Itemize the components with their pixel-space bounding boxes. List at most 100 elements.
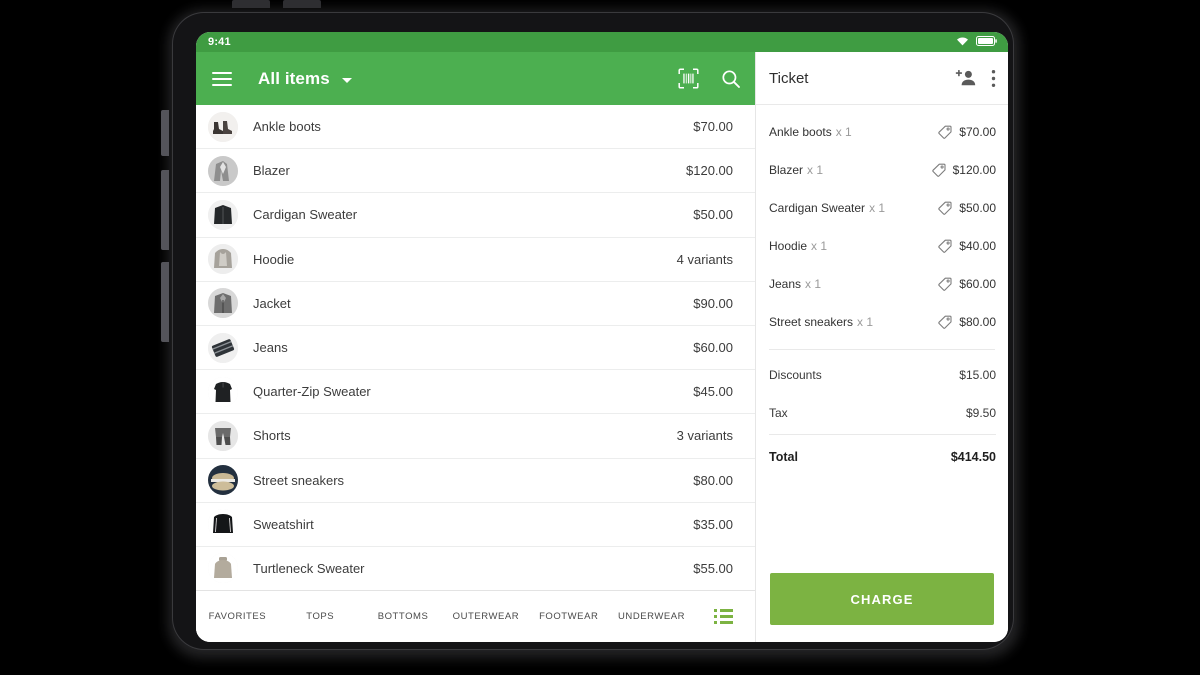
item-row[interactable]: Shorts 3 variants (196, 414, 755, 459)
item-price: $60.00 (693, 340, 733, 356)
price-tag-icon (938, 277, 952, 291)
item-name: Jacket (253, 295, 291, 311)
item-thumbnail-turtleneck-sweater (208, 553, 238, 584)
ticket-line-price: $40.00 (959, 239, 996, 253)
hamburger-menu-icon[interactable] (212, 71, 232, 86)
battery-icon (976, 33, 997, 51)
tablet-screen: 9:41 All items Ankle boots $70.00 Blazer… (196, 32, 1008, 642)
ticket-line-name: Blazer (769, 163, 804, 177)
item-thumbnail-ankle-boots (208, 111, 238, 142)
price-tag-icon (938, 201, 952, 215)
ticket-total-value: $15.00 (959, 368, 996, 382)
item-name: Turtleneck Sweater (253, 560, 365, 576)
item-row[interactable]: Ankle boots $70.00 (196, 105, 755, 150)
status-bar-clock: 9:41 (208, 36, 231, 48)
app-body: All items Ankle boots $70.00 Blazer $120… (196, 52, 1008, 642)
item-row[interactable]: Cardigan Sweater $50.00 (196, 193, 755, 238)
item-price: $70.00 (693, 119, 733, 135)
device-top-button-1[interactable] (232, 0, 270, 8)
ticket-line-item[interactable]: Blazer x 1 $120.00 (769, 151, 996, 189)
item-name: Sweatshirt (253, 516, 314, 532)
status-bar-icons (956, 33, 997, 51)
ticket-line-quantity: x 1 (811, 239, 828, 253)
item-row[interactable]: Jeans $60.00 (196, 325, 755, 371)
catalog-pane: All items Ankle boots $70.00 Blazer $120… (196, 52, 755, 642)
device-side-button-power[interactable] (161, 110, 169, 156)
item-row[interactable]: Blazer $120.00 (196, 149, 755, 194)
item-name: Ankle boots (253, 119, 321, 135)
ticket-line-quantity: x 1 (807, 163, 824, 177)
ticket-line-item[interactable]: Ankle boots x 1 $70.00 (769, 113, 996, 151)
ticket-line-name: Hoodie (769, 239, 808, 253)
price-tag-icon (938, 315, 952, 329)
ticket-line-quantity: x 1 (835, 125, 852, 139)
ticket-line-name: Jeans (769, 277, 802, 291)
charge-button[interactable]: CHARGE (770, 573, 994, 625)
item-row[interactable]: Quarter-Zip Sweater $45.00 (196, 370, 755, 415)
chevron-down-icon[interactable] (341, 77, 352, 83)
item-price: $35.00 (693, 516, 733, 532)
grand-total-value: $414.50 (950, 450, 996, 464)
tab-tops[interactable]: TOPS (279, 610, 362, 623)
tab-underwear[interactable]: UNDERWEAR (610, 610, 693, 623)
more-vertical-icon[interactable] (991, 69, 996, 88)
status-bar: 9:41 (196, 32, 1008, 52)
ticket-line-item[interactable]: Jeans x 1 $60.00 (769, 265, 996, 303)
item-thumbnail-cardigan-sweater (208, 199, 238, 230)
item-row[interactable]: Hoodie 4 variants (196, 237, 755, 282)
ticket-line-items[interactable]: Ankle boots x 1 $70.00 Blazer x 1 $120.00 Card… (756, 105, 1008, 345)
ticket-line-item[interactable]: Street sneakers x 1 $80.00 (769, 303, 996, 341)
item-list[interactable]: Ankle boots $70.00 Blazer $120.00 Cardigan S… (196, 105, 755, 590)
ticket-line-quantity: x 1 (869, 201, 886, 215)
device-side-button-volume-down[interactable] (161, 262, 169, 342)
item-thumbnail-shorts (208, 420, 238, 451)
ticket-total-value: $9.50 (965, 406, 996, 420)
item-price: $45.00 (693, 384, 733, 400)
ticket-total-label: Tax (769, 406, 788, 420)
list-view-icon[interactable] (693, 609, 755, 624)
item-name: Cardigan Sweater (253, 207, 358, 223)
ticket-line-price: $120.00 (952, 163, 996, 177)
item-price: $55.00 (693, 560, 733, 576)
tab-favorites[interactable]: FAVORITES (196, 610, 279, 623)
item-row[interactable]: Sweatshirt $35.00 (196, 502, 755, 547)
ticket-total-row: Discounts $15.00 (769, 356, 996, 394)
price-tag-icon (938, 239, 952, 253)
item-name: Street sneakers (253, 472, 345, 488)
ticket-line-name: Ankle boots (769, 125, 832, 139)
item-price: $120.00 (686, 163, 733, 179)
catalog-title[interactable]: All items (258, 69, 330, 89)
ticket-header: Ticket (756, 52, 1008, 105)
catalog-app-bar: All items (196, 52, 755, 105)
ticket-title: Ticket (769, 69, 809, 87)
item-name: Jeans (253, 340, 288, 356)
item-price: 4 variants (676, 251, 733, 267)
item-thumbnail-quarter-zip-sweater (208, 376, 238, 407)
price-tag-icon (931, 163, 946, 177)
item-thumbnail-jeans (208, 332, 238, 363)
device-top-button-2[interactable] (283, 0, 321, 8)
search-icon[interactable] (721, 69, 741, 89)
item-thumbnail-street-sneakers (208, 465, 238, 496)
ticket-line-item[interactable]: Cardigan Sweater x 1 $50.00 (769, 189, 996, 227)
add-person-icon[interactable] (955, 69, 977, 88)
item-thumbnail-hoodie (208, 244, 238, 275)
barcode-scan-icon[interactable] (678, 68, 699, 89)
item-name: Hoodie (253, 251, 295, 267)
item-row[interactable]: Street sneakers $80.00 (196, 458, 755, 503)
ticket-total-row: Tax $9.50 (769, 394, 996, 432)
item-row[interactable]: Jacket $90.00 (196, 281, 755, 326)
item-thumbnail-jacket (208, 288, 238, 319)
ticket-line-item[interactable]: Hoodie x 1 $40.00 (769, 227, 996, 265)
device-side-button-volume-up[interactable] (161, 170, 169, 250)
tab-outerwear[interactable]: OUTERWEAR (444, 610, 527, 623)
tab-bottoms[interactable]: BOTTOMS (362, 610, 445, 623)
item-thumbnail-blazer (208, 155, 238, 186)
item-row[interactable]: Turtleneck Sweater $55.00 (196, 546, 755, 590)
grand-total-label: Total (769, 450, 798, 464)
category-tab-bar: FAVORITES TOPS BOTTOMS OUTERWEAR FOOTWEAR UND… (196, 590, 755, 642)
ticket-line-price: $50.00 (959, 201, 996, 215)
ticket-total-label: Discounts (769, 368, 822, 382)
tab-footwear[interactable]: FOOTWEAR (527, 610, 610, 623)
charge-button-wrap: CHARGE (756, 573, 1008, 642)
